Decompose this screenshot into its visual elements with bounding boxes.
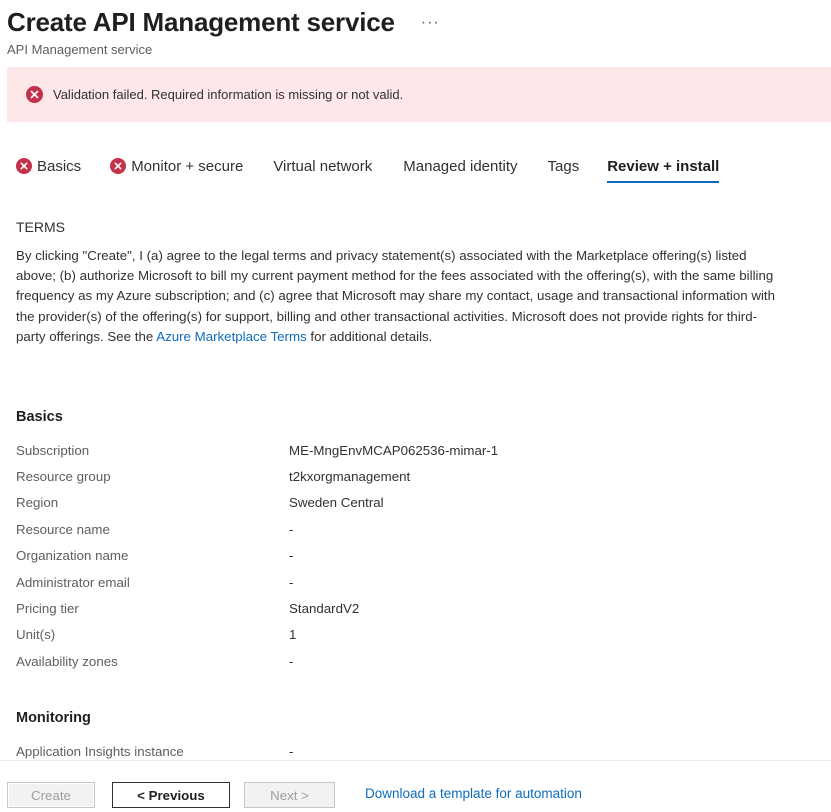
summary-row: Administrator email - <box>16 569 796 595</box>
basics-heading: Basics <box>16 409 63 425</box>
summary-key: Resource group <box>16 469 111 485</box>
page-title: Create API Management service <box>7 7 395 37</box>
summary-key: Unit(s) <box>16 627 56 643</box>
summary-value: t2kxorgmanagement <box>289 469 411 485</box>
summary-key: Application Insights instance <box>16 743 184 759</box>
tab-review-install[interactable]: Review + install <box>607 152 720 183</box>
tab-managed-identity[interactable]: Managed identity <box>403 152 517 180</box>
tab-label: Review + install <box>607 157 720 175</box>
tab-label: Monitor + secure <box>131 157 244 175</box>
summary-value: Sweden Central <box>289 495 384 511</box>
summary-row: Subscription ME-MngEnvMCAP062536-mimar-1 <box>16 437 796 463</box>
summary-value: - <box>289 653 294 669</box>
tab-label: Basics <box>37 157 82 175</box>
more-options-button[interactable]: ··· <box>421 13 440 33</box>
validation-message: Validation failed. Required information … <box>53 87 404 102</box>
summary-key: Availability zones <box>16 653 118 669</box>
summary-key: Subscription <box>16 442 90 458</box>
previous-button[interactable]: < Previous <box>112 782 230 808</box>
tab-virtual-network[interactable]: Virtual network <box>273 152 372 180</box>
title-row: Create API Management service ··· <box>7 6 831 38</box>
summary-row: Resource group t2kxorgmanagement <box>16 463 796 489</box>
error-icon <box>26 86 43 103</box>
summary-value: - <box>289 521 294 537</box>
monitoring-heading: Monitoring <box>16 710 91 726</box>
summary-value: - <box>289 574 294 590</box>
basics-summary: Subscription ME-MngEnvMCAP062536-mimar-1… <box>16 437 796 675</box>
summary-row: Unit(s) 1 <box>16 622 796 648</box>
terms-heading: TERMS <box>16 219 65 235</box>
error-icon <box>110 158 127 174</box>
summary-row: Region Sweden Central <box>16 490 796 516</box>
tab-label: Tags <box>547 157 580 175</box>
wizard-tabs: Basics Monitor + secure Virtual network … <box>16 152 720 183</box>
azure-marketplace-terms-link[interactable]: Azure Marketplace Terms <box>156 329 307 344</box>
summary-key: Pricing tier <box>16 601 79 617</box>
summary-row: Resource name - <box>16 516 796 542</box>
terms-body: By clicking "Create", I (a) agree to the… <box>16 246 776 347</box>
create-button[interactable]: Create <box>7 782 95 808</box>
summary-row: Organization name - <box>16 543 796 569</box>
validation-banner: Validation failed. Required information … <box>7 67 831 122</box>
tab-label: Virtual network <box>273 157 373 175</box>
summary-key: Region <box>16 495 59 511</box>
tab-label: Managed identity <box>403 157 518 175</box>
summary-key: Resource name <box>16 521 110 537</box>
terms-section: TERMS By clicking "Create", I (a) agree … <box>16 219 776 347</box>
page-subtitle: API Management service <box>7 42 153 57</box>
tab-monitor-secure[interactable]: Monitor + secure <box>110 152 243 180</box>
download-template-link[interactable]: Download a template for automation <box>365 786 582 801</box>
terms-text-end: for additional details. <box>306 328 433 344</box>
summary-row: Pricing tier StandardV2 <box>16 595 796 621</box>
wizard-footer: Create < Previous Next > Download a temp… <box>0 760 831 812</box>
tab-basics[interactable]: Basics <box>16 152 81 180</box>
summary-value: - <box>289 548 294 564</box>
summary-key: Administrator email <box>16 574 130 590</box>
next-button[interactable]: Next > <box>244 782 335 808</box>
summary-row: Availability zones - <box>16 648 796 674</box>
summary-value: ME-MngEnvMCAP062536-mimar-1 <box>289 442 499 458</box>
summary-key: Organization name <box>16 548 129 564</box>
tab-tags[interactable]: Tags <box>548 152 580 180</box>
summary-value: - <box>289 743 294 759</box>
summary-value: 1 <box>289 627 297 643</box>
summary-value: StandardV2 <box>289 601 360 617</box>
error-icon <box>16 158 32 174</box>
page-header: Create API Management service ··· API Ma… <box>7 6 831 57</box>
